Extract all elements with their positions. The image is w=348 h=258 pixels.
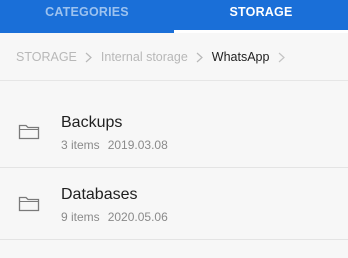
breadcrumb-divider: [0, 80, 348, 81]
breadcrumb-internal-storage[interactable]: Internal storage: [101, 50, 188, 64]
tab-bar: CATEGORIES STORAGE: [0, 0, 348, 33]
folder-date: 2020.05.06: [107, 210, 168, 224]
tab-storage[interactable]: STORAGE: [174, 0, 348, 33]
tab-categories[interactable]: CATEGORIES: [0, 0, 174, 33]
chevron-right-icon: [77, 50, 101, 64]
folder-row-backups[interactable]: Backups 3 items 2019.03.08: [0, 96, 348, 168]
folder-meta: 9 items 2020.05.06: [61, 210, 168, 224]
folder-item-count: 9 items: [61, 210, 100, 224]
tab-categories-label: CATEGORIES: [45, 5, 129, 19]
breadcrumb-storage[interactable]: STORAGE: [16, 50, 77, 64]
folder-date: 2019.03.08: [107, 138, 168, 152]
folder-icon: [18, 194, 40, 212]
folder-name: Databases: [61, 186, 138, 203]
tab-storage-label: STORAGE: [229, 5, 293, 19]
breadcrumb: STORAGE Internal storage WhatsApp: [0, 33, 348, 80]
breadcrumb-whatsapp[interactable]: WhatsApp: [212, 50, 270, 64]
folder-meta: 3 items 2019.03.08: [61, 138, 168, 152]
folder-icon: [18, 122, 40, 140]
folder-item-count: 3 items: [61, 138, 100, 152]
chevron-right-icon: [188, 50, 212, 64]
folder-name: Backups: [61, 114, 123, 131]
folder-list: Backups 3 items 2019.03.08 Databases 9 it…: [0, 96, 348, 240]
file-manager-screen: CATEGORIES STORAGE STORAGE Internal stor…: [0, 0, 348, 258]
chevron-right-icon: [269, 50, 293, 64]
folder-row-databases[interactable]: Databases 9 items 2020.05.06: [0, 168, 348, 240]
